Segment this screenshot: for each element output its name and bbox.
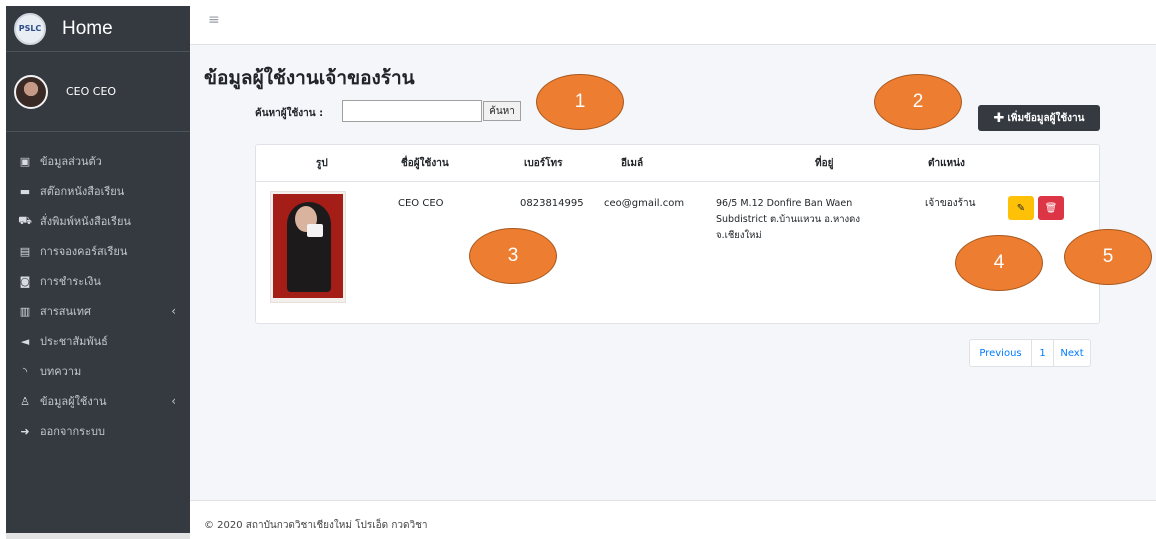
id-card-icon: ▣	[19, 154, 31, 168]
chevron-left-icon: ‹	[171, 394, 176, 408]
trash-icon: 🗑	[1044, 202, 1058, 214]
pagination-next[interactable]: Next	[1054, 340, 1090, 366]
table-header-divider	[256, 181, 1099, 182]
file-icon: ▤	[19, 244, 31, 258]
sidebar-item-information[interactable]: ▥ สารสนเทศ ‹	[6, 296, 190, 326]
sidebar-scrollbar[interactable]	[6, 533, 190, 539]
user-panel[interactable]: CEO CEO	[6, 52, 190, 132]
sidebar: PSLC Home CEO CEO ▣ ข้อมูลส่วนตัว ▬ สต๊อ…	[6, 6, 190, 539]
edit-icon: ✎	[1016, 202, 1026, 214]
pagination: Previous 1 Next	[969, 339, 1091, 367]
sidebar-item-articles[interactable]: ◝ บทความ	[6, 356, 190, 386]
pagination-previous[interactable]: Previous	[970, 340, 1032, 366]
callout-5: 5	[1064, 229, 1152, 285]
brand-logo: PSLC	[14, 12, 46, 45]
plus-icon: ✚	[993, 110, 1005, 126]
sign-out-icon: ➜	[20, 424, 30, 438]
sidebar-item-users[interactable]: ♙ ข้อมูลผู้ใช้งาน ‹	[6, 386, 190, 416]
sidebar-item-label: สารสนเทศ	[40, 305, 92, 318]
sidebar-item-course-booking[interactable]: ▤ การจองคอร์สเรียน	[6, 236, 190, 266]
cell-phone: 0823814995	[520, 198, 584, 209]
page-title: ข้อมูลผู้ใช้งานเจ้าของร้าน	[204, 67, 415, 89]
sidebar-item-label: สั่งพิมพ์หนังสือเรียน	[40, 215, 131, 228]
address-line: จ.เชียงใหม่	[716, 230, 762, 241]
top-navbar: ≡	[190, 0, 1156, 45]
column-header-address: ที่อยู่	[815, 158, 834, 169]
sidebar-item-label: สต๊อกหนังสือเรียน	[40, 185, 125, 198]
sidebar-item-payment[interactable]: ◙ การชำระเงิน	[6, 266, 190, 296]
cell-address: 96/5 M.12 Donfire Ban Waen Subdistrict ต…	[716, 196, 860, 244]
menu-icon[interactable]: ≡	[208, 12, 220, 28]
callout-3: 3	[469, 228, 557, 284]
sidebar-item-print-order[interactable]: ⛟ สั่งพิมพ์หนังสือเรียน	[6, 206, 190, 236]
money-icon: ◙	[19, 274, 31, 288]
footer-text: © 2020 สถาบันกวดวิชาเชียงใหม่ โปรเอ็ด กว…	[204, 520, 428, 531]
sidebar-item-label: ข้อมูลส่วนตัว	[40, 155, 102, 168]
cell-email: ceo@gmail.com	[604, 198, 685, 209]
sidebar-item-label: การชำระเงิน	[40, 275, 101, 288]
sidebar-item-label: บทความ	[40, 365, 82, 378]
callout-2: 2	[874, 74, 962, 130]
column-header-position: ตำแหน่ง	[928, 158, 965, 169]
address-line: Subdistrict ต.บ้านแหวน อ.หางดง	[716, 214, 860, 225]
callout-1: 1	[536, 74, 624, 130]
column-header-email: อีเมล์	[621, 158, 644, 169]
column-header-phone: เบอร์โทร	[524, 158, 563, 169]
address-line: 96/5 M.12 Donfire Ban Waen	[716, 198, 853, 209]
column-header-username: ชื่อผู้ใช้งาน	[401, 158, 449, 169]
sidebar-item-label: ข้อมูลผู้ใช้งาน	[40, 395, 107, 408]
sidebar-item-label: ประชาสัมพันธ์	[40, 335, 108, 348]
column-header-photo: รูป	[316, 158, 328, 169]
chevron-left-icon: ‹	[171, 304, 176, 318]
rss-icon: ◝	[22, 364, 28, 378]
add-user-button-label: เพิ่มข้อมูลผู้ใช้งาน	[1007, 112, 1085, 124]
cell-username: CEO CEO	[398, 198, 444, 209]
user-photo	[270, 191, 346, 303]
users-table: รูป ชื่อผู้ใช้งาน เบอร์โทร อีเมล์ ที่อยู…	[255, 144, 1100, 324]
edit-button[interactable]: ✎	[1008, 196, 1034, 220]
user-name: CEO CEO	[66, 85, 117, 98]
footer: © 2020 สถาบันกวดวิชาเชียงใหม่ โปรเอ็ด กว…	[190, 500, 1156, 539]
sidebar-item-book-stock[interactable]: ▬ สต๊อกหนังสือเรียน	[6, 176, 190, 206]
callout-4: 4	[955, 235, 1043, 291]
sidebar-item-label: การจองคอร์สเรียน	[40, 245, 128, 258]
brand-title: Home	[62, 17, 113, 39]
cart-icon: ⛟	[18, 213, 32, 227]
chart-icon: ▥	[19, 304, 31, 318]
brand-link[interactable]: PSLC Home	[6, 6, 190, 52]
add-user-button[interactable]: ✚ เพิ่มข้อมูลผู้ใช้งาน	[978, 105, 1100, 131]
delete-button[interactable]: 🗑	[1038, 196, 1064, 220]
sidebar-item-profile[interactable]: ▣ ข้อมูลส่วนตัว	[6, 146, 190, 176]
sidebar-item-label: ออกจากระบบ	[40, 425, 105, 438]
search-input[interactable]	[342, 100, 482, 122]
user-icon: ♙	[20, 394, 30, 408]
sidebar-item-logout[interactable]: ➜ ออกจากระบบ	[6, 416, 190, 446]
avatar	[14, 74, 48, 109]
cell-position: เจ้าของร้าน	[925, 198, 976, 209]
search-label: ค้นหาผู้ใช้งาน :	[255, 108, 324, 119]
search-button[interactable]: ค้นหา	[483, 101, 521, 121]
sidebar-item-announcements[interactable]: ◄ ประชาสัมพันธ์	[6, 326, 190, 356]
pagination-page-1[interactable]: 1	[1032, 340, 1054, 366]
megaphone-icon: ◄	[20, 334, 30, 348]
sidebar-nav: ▣ ข้อมูลส่วนตัว ▬ สต๊อกหนังสือเรียน ⛟ สั…	[6, 132, 190, 446]
archive-icon: ▬	[19, 184, 31, 198]
